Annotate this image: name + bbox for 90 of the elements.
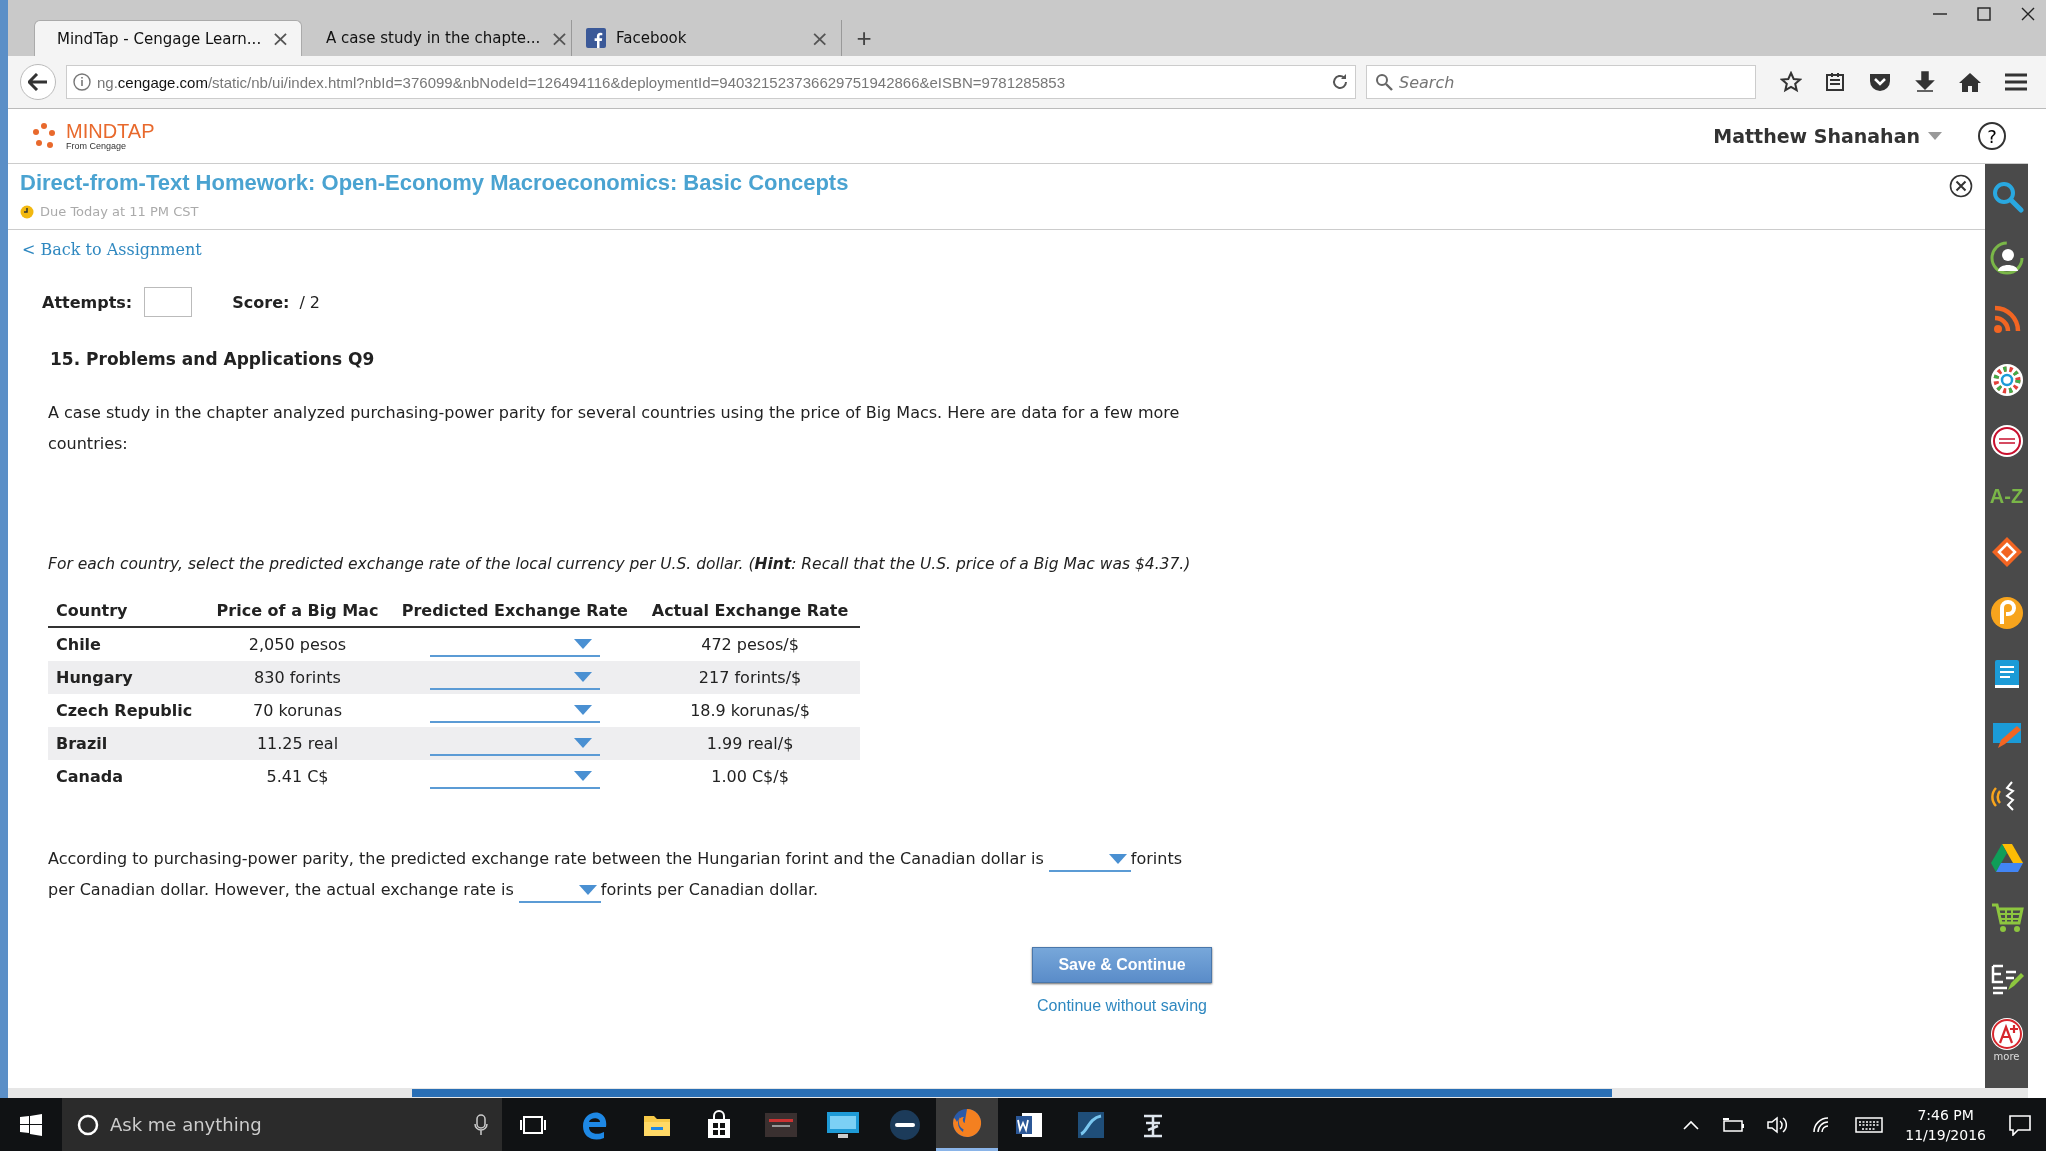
notification-icon[interactable] (2008, 1113, 2032, 1136)
answer-text: forints per Canadian dollar. (600, 880, 819, 899)
circle-icon (76, 1112, 100, 1137)
list-edit-icon[interactable] (1989, 962, 2024, 996)
logo-subtitle: From Cengage (66, 141, 128, 151)
maximize-icon[interactable] (1976, 6, 1992, 22)
reading-list-icon[interactable] (1824, 71, 1846, 93)
clock-date[interactable]: 11/19/2016 (1905, 1124, 1986, 1145)
table-cell: 70 korunas (205, 694, 390, 727)
table-cell: 18.9 korunas/$ (640, 694, 860, 727)
a-z-label[interactable]: A-Z (1989, 485, 2024, 508)
close-icon[interactable] (2020, 6, 2036, 22)
color-wheel-icon[interactable] (1989, 363, 2024, 397)
scrollbar[interactable] (8, 1088, 2028, 1098)
download-icon[interactable] (1914, 71, 1936, 93)
table-cell: Canada (48, 760, 206, 793)
volume-icon[interactable] (1767, 1115, 1790, 1134)
caret-icon (573, 671, 592, 682)
column-header: Country (48, 595, 206, 627)
close-icon[interactable] (1949, 174, 1973, 198)
clock-time[interactable]: 7:46 PM (1917, 1104, 1974, 1125)
p-circle-icon[interactable] (1989, 596, 2024, 630)
caret-icon (573, 638, 592, 649)
question-text: A case study in the chapter analyzed purchasing-power parity for several countries using the price of Big Macs. Here are data for a few more countries: (48, 402, 1181, 455)
table-cell: Czech Republic (48, 694, 206, 727)
caret-icon (573, 770, 592, 781)
facebook-icon (586, 28, 606, 48)
table-cell: 830 forints (205, 661, 390, 694)
table-cell: 1.00 C$/$ (640, 760, 860, 793)
grade-icon[interactable] (1989, 1017, 2024, 1051)
caret-icon (573, 737, 592, 748)
back-button[interactable] (20, 64, 56, 100)
star-icon[interactable] (1780, 71, 1802, 93)
answer-text: According to purchasing-power parity, the predicted exchange rate between the Hungarian forint and the Canadian dollar is (48, 849, 1044, 868)
table-cell: 217 forints/$ (640, 661, 860, 694)
monitor-icon[interactable] (826, 1109, 860, 1140)
new-tab-button[interactable]: + (844, 20, 884, 56)
search-icon (1375, 73, 1393, 91)
menu-icon[interactable] (2004, 72, 2028, 92)
score-value: / 2 (299, 292, 321, 312)
table-cell: 11.25 real (205, 727, 390, 760)
table-cell: Brazil (48, 727, 206, 760)
battery-icon[interactable] (1721, 1116, 1746, 1133)
chevron-up-icon[interactable] (1683, 1119, 1700, 1130)
due-date: Due Today at 11 PM CST (40, 204, 199, 219)
windows-logo-icon[interactable] (20, 1113, 42, 1136)
reload-icon[interactable] (1331, 73, 1349, 91)
pocket-icon[interactable] (1868, 71, 1892, 93)
store-bag-icon[interactable] (705, 1109, 733, 1140)
taskbar-search-field[interactable]: Ask me anything (62, 1098, 502, 1151)
caret-icon (1108, 853, 1127, 864)
answer-text: per Canadian dollar. However, the actual exchange rate is (48, 880, 514, 899)
column-header: Actual Exchange Rate (640, 595, 860, 627)
person-icon[interactable] (1989, 241, 2024, 275)
home-icon[interactable] (1958, 71, 1982, 93)
table-cell: 2,050 pesos (205, 627, 390, 661)
caret-icon (573, 704, 592, 715)
caret-icon (578, 884, 597, 895)
microphone-icon[interactable] (474, 1113, 488, 1136)
table-cell: 1.99 real/$ (640, 727, 860, 760)
back-link[interactable]: < Back to Assignment (22, 240, 202, 259)
table-cell: 5.41 C$ (205, 760, 390, 793)
continue-link[interactable]: Continue without saving (1037, 997, 1207, 1015)
logo-text: MINDTAP (66, 121, 155, 141)
help-button[interactable]: ? (1978, 122, 2006, 150)
table-cell: Hungary (48, 661, 206, 694)
table-cell: 472 pesos/$ (640, 627, 860, 661)
instruction-text: For each country, select the predicted exchange rate of the local currency per U.S. dollar. (Hint: Recall that the U.S. price of a Big Mac was $4.37.) (48, 555, 1192, 573)
more-label[interactable]: more (1993, 1051, 2020, 1062)
firefox-icon[interactable] (951, 1107, 983, 1139)
question-heading: 15. Problems and Applications Q9 (50, 349, 376, 369)
clock-icon (20, 204, 34, 219)
score-label: Score: (232, 292, 290, 312)
browser-tab[interactable]: MindTap - Cengage Learn... × (34, 20, 302, 56)
address-field[interactable]: ng.cengage.com/static/nb/ui/index.html?nbId=376099&nbNodeId=126494116&deploymentId=940321523736629751942866&eISBN=9781285853 (66, 65, 1356, 99)
user-menu[interactable]: Matthew Shanahan (1707, 124, 1948, 148)
arrow-icon (28, 73, 48, 91)
attempts-field (144, 287, 193, 317)
column-header: Predicted Exchange Rate (389, 595, 641, 627)
table-cell: Chile (48, 627, 206, 661)
keyboard-icon[interactable] (1855, 1115, 1884, 1134)
assignment-title: Direct-from-Text Homework: Open-Economy Macroeconomics: Basic Concepts (20, 170, 849, 196)
answer-text: forints (1130, 849, 1183, 868)
info-icon (73, 73, 91, 91)
search-field[interactable]: Search (1366, 65, 1756, 99)
attempts-label: Attempts: (42, 292, 133, 312)
cart-icon[interactable] (1989, 901, 2024, 935)
curve-app-icon[interactable] (1076, 1109, 1106, 1140)
column-header: Price of a Big Mac (205, 595, 390, 627)
caret-icon (1928, 132, 1942, 140)
